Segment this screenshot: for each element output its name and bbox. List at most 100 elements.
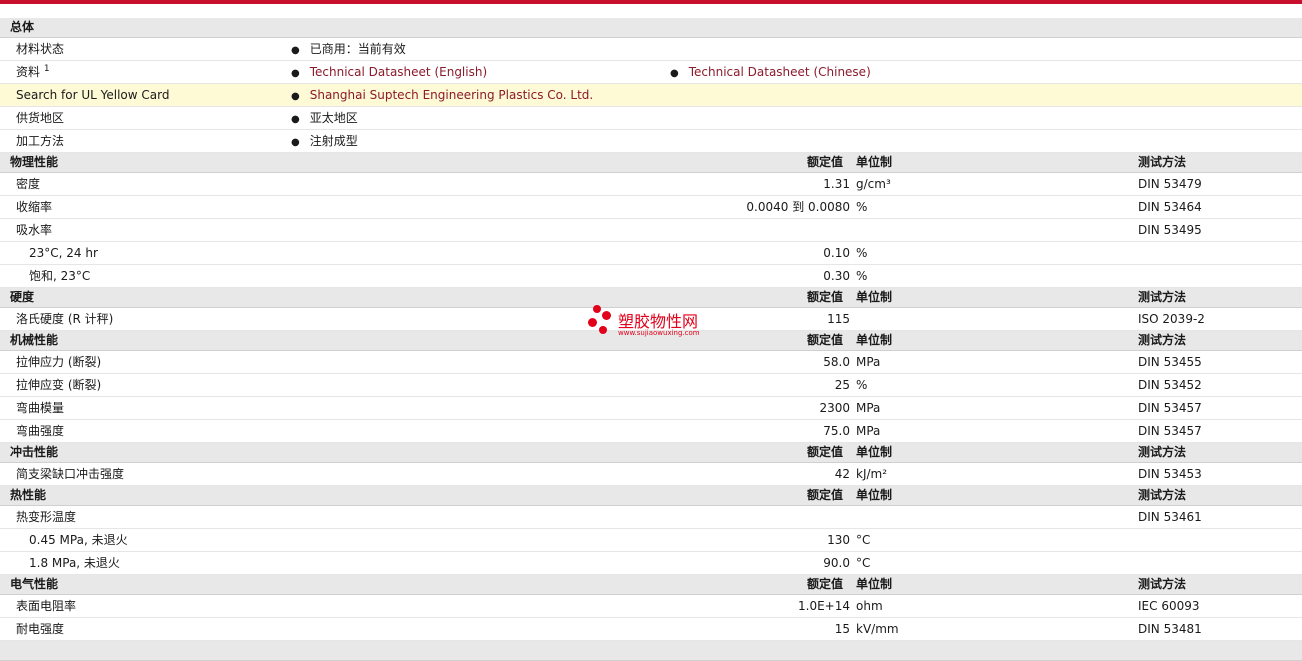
row-label: 材料状态 [16,42,65,56]
section-header-electrical: 电气性能 额定值 单位制 测试方法 [0,575,1302,595]
section-header-thermal: 热性能 额定值 单位制 测试方法 [0,486,1302,506]
col-unit: 单位制 [856,445,893,459]
row-method: DIN 53457 [1138,424,1202,438]
row-method: DIN 53461 [1138,510,1202,524]
col-method: 测试方法 [1138,333,1187,347]
row-label: 加工方法 [16,134,65,148]
row-value: 0.10 [823,246,850,260]
table-row: 弯曲模量 2300 MPa DIN 53457 [0,397,1302,420]
row-label: 洛氏硬度 (R 计秤) [16,312,114,326]
row-unit: % [856,378,868,392]
row-unit: MPa [856,424,881,438]
row-method: DIN 53453 [1138,467,1202,481]
col-method: 测试方法 [1138,445,1187,459]
row-unit: g/cm³ [856,177,891,191]
row-value: 75.0 [823,424,850,438]
section-title: 冲击性能 [10,445,59,459]
section-header-next-partial [0,641,1302,661]
col-method: 测试方法 [1138,290,1187,304]
row-value: 1.31 [823,177,850,191]
logo-dot-icon [602,311,611,320]
row-label: 供货地区 [16,111,65,125]
col-unit: 单位制 [856,577,893,591]
row-unit: kJ/m² [856,467,888,481]
general-row-processing: 加工方法 ● 注射成型 [0,130,1302,153]
table-row: 热变形温度 DIN 53461 [0,506,1302,529]
watermark-logo: 塑胶物性网 www.sujiaowuxing.com [588,305,718,341]
table-row: 简支梁缺口冲击强度 42 kJ/m² DIN 53453 [0,463,1302,486]
col-unit: 单位制 [856,488,893,502]
section-header-general: 总体 [0,18,1302,38]
logo-dot-icon [588,318,597,327]
row-value: 90.0 [823,556,850,570]
col-nominal: 额定值 [807,488,844,502]
top-accent-bar [0,0,1302,4]
row-label: 资料 1 [16,64,50,80]
row-method: DIN 53455 [1138,355,1202,369]
col-nominal: 额定值 [807,155,844,169]
table-row: 吸水率 DIN 53495 [0,219,1302,242]
table-row: 拉伸应力 (断裂) 58.0 MPa DIN 53455 [0,351,1302,374]
row-label: 23°C, 24 hr [29,246,98,260]
row-unit: % [856,269,868,283]
row-label: 1.8 MPa, 未退火 [29,556,120,570]
row-label: 热变形温度 [16,510,77,524]
table-row: 饱和, 23°C 0.30 % [0,265,1302,288]
row-method: DIN 53479 [1138,177,1202,191]
table-row: 1.8 MPa, 未退火 90.0 °C [0,552,1302,575]
row-value: 115 [827,312,850,326]
row-value: 1.0E+14 [798,599,850,613]
row-method: DIN 53457 [1138,401,1202,415]
row-value: 2300 [819,401,850,415]
ul-company-link[interactable]: ● Shanghai Suptech Engineering Plastics C… [291,84,593,108]
table-row: 0.45 MPa, 未退火 130 °C [0,529,1302,552]
row-value: 42 [834,467,850,481]
row-label: 简支梁缺口冲击强度 [16,467,125,481]
table-row: 23°C, 24 hr 0.10 % [0,242,1302,265]
row-label: 密度 [16,177,41,191]
general-row-region: 供货地区 ● 亚太地区 [0,107,1302,130]
col-method: 测试方法 [1138,577,1187,591]
col-unit: 单位制 [856,290,893,304]
info-item: ● 已商用：当前有效 [291,42,406,56]
row-unit: % [856,246,868,260]
row-unit: °C [856,533,871,547]
general-row-status: 材料状态 ● 已商用：当前有效 [0,38,1302,61]
section-header-impact: 冲击性能 额定值 单位制 测试方法 [0,443,1302,463]
table-row: 耐电强度 15 kV/mm DIN 53481 [0,618,1302,641]
table-row: 收缩率 0.0040 到 0.0080 % DIN 53464 [0,196,1302,219]
row-method: DIN 53452 [1138,378,1202,392]
row-label: Search for UL Yellow Card [16,88,170,102]
row-label: 弯曲强度 [16,424,65,438]
section-title: 机械性能 [10,333,59,347]
table-row: 密度 1.31 g/cm³ DIN 53479 [0,173,1302,196]
row-label: 收缩率 [16,200,53,214]
row-label: 弯曲模量 [16,401,65,415]
row-unit: % [856,200,868,214]
info-item: ● 注射成型 [291,134,358,148]
row-unit: MPa [856,355,881,369]
col-method: 测试方法 [1138,155,1187,169]
general-row-datasheets: 资料 1 ● Technical Datasheet (English) ● Tec… [0,61,1302,84]
row-label: 表面电阻率 [16,599,77,613]
row-method: DIN 53481 [1138,622,1202,636]
row-method: IEC 60093 [1138,599,1200,613]
info-item: ● 亚太地区 [291,111,358,125]
datasheet-english-link[interactable]: ● Technical Datasheet (English) [291,61,487,85]
row-label: 拉伸应变 (断裂) [16,378,102,392]
row-value: 0.0040 到 0.0080 [746,200,850,214]
general-row-ul-card: Search for UL Yellow Card ● Shanghai Supt… [0,84,1302,107]
section-title: 物理性能 [10,155,59,169]
row-unit: MPa [856,401,881,415]
row-value: 0.30 [823,269,850,283]
col-unit: 单位制 [856,155,893,169]
table-row: 拉伸应变 (断裂) 25 % DIN 53452 [0,374,1302,397]
col-method: 测试方法 [1138,488,1187,502]
col-unit: 单位制 [856,333,893,347]
section-title: 总体 [10,20,35,34]
row-method: ISO 2039-2 [1138,312,1205,326]
datasheet-chinese-link[interactable]: ● Technical Datasheet (Chinese) [670,61,871,85]
section-title: 热性能 [10,488,47,502]
watermark-url: www.sujiaowuxing.com [618,329,700,337]
row-value: 25 [834,378,850,392]
